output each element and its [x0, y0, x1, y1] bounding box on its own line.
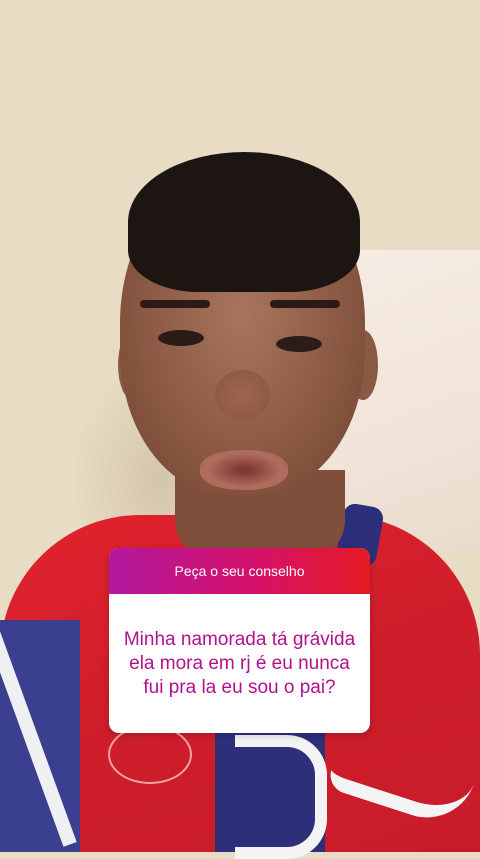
person-eyebrow-left — [140, 300, 210, 308]
jersey-number — [235, 735, 327, 859]
question-text: Minha namorada tá grávida ela mora em rj… — [123, 628, 356, 698]
person-nose — [215, 370, 270, 420]
question-sticker[interactable]: Peça o seu conselho Minha namorada tá gr… — [109, 548, 370, 733]
question-sticker-body: Minha namorada tá grávida ela mora em rj… — [109, 594, 370, 733]
person-mouth — [200, 450, 288, 490]
question-sticker-title: Peça o seu conselho — [174, 563, 305, 579]
person-eyebrow-right — [270, 300, 340, 308]
person-eye-left — [158, 330, 204, 346]
question-sticker-header: Peça o seu conselho — [109, 548, 370, 594]
person-hair — [128, 152, 360, 292]
club-badge — [108, 725, 192, 784]
person-eye-right — [276, 336, 322, 352]
